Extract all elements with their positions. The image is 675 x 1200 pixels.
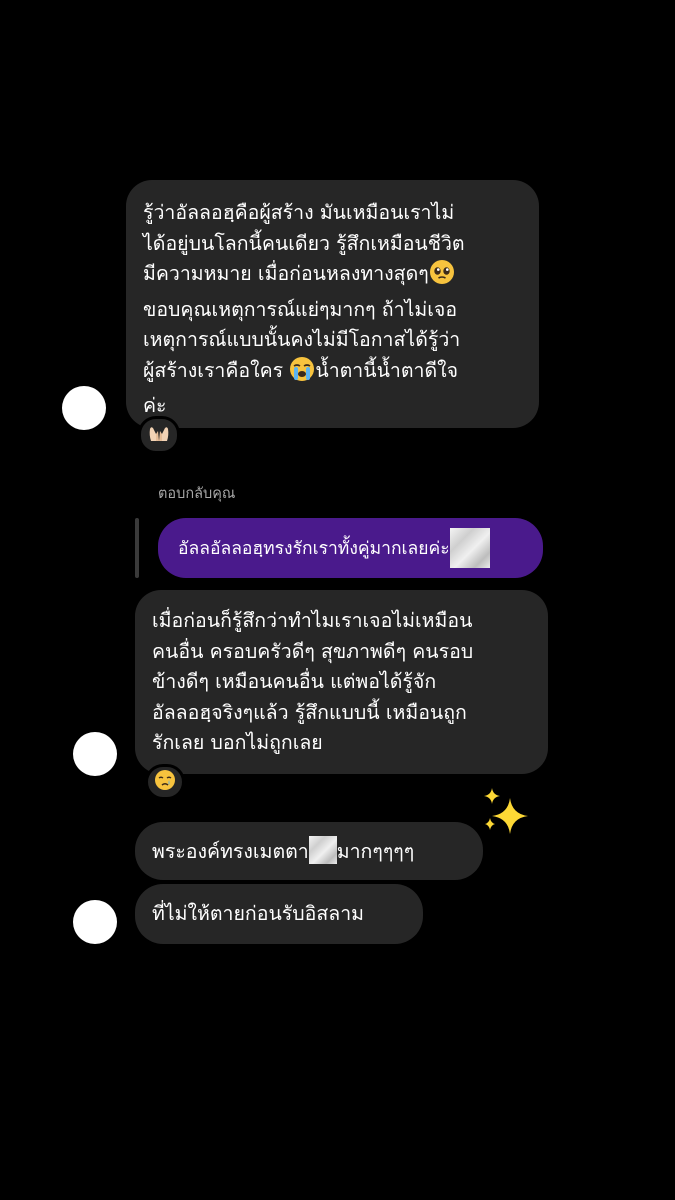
message-text: มากๆๆๆๆ (336, 840, 415, 863)
quoted-message-text: อัลลอัลลอฮฺทรงรักเราทั้งคู่มากเลยค่ะ (178, 539, 450, 559)
quoted-message[interactable]: อัลลอัลลอฮฺทรงรักเราทั้งคู่มากเลยค่ะ (158, 518, 543, 578)
sparkles-icon (480, 786, 532, 844)
loudly-crying-face-icon (289, 356, 315, 392)
reaction-badge[interactable] (138, 416, 180, 454)
palms-up-together-icon (148, 423, 170, 447)
message-text: พระองค์ทรงเมตตา (152, 840, 309, 863)
message-bubble-4[interactable]: ที่ไม่ให้ตายก่อนรับอิสลาม (135, 884, 423, 944)
blurred-sticker-image (308, 836, 337, 864)
message-bubble-1[interactable]: รู้ว่าอัลลอฮฺคือผู้สร้าง มันเหมือนเราไม่… (126, 180, 539, 428)
message-bubble-3[interactable]: พระองค์ทรงเมตตา มากๆๆๆๆ (135, 822, 483, 880)
pleading-face-icon (429, 259, 455, 295)
message-line: รักเลย บอกไม่ถูกเลย (152, 731, 323, 754)
message-bubble-2[interactable]: เมื่อก่อนก็รู้สึกว่าทำไมเราเจอไม่เหมือน … (135, 590, 548, 774)
message-line: คนอื่น ครอบครัวดีๆ สุขภาพดีๆ คนรอบ (152, 639, 474, 663)
sender-avatar[interactable] (62, 386, 106, 430)
message-line: ข้างดีๆ เหมือนคนอื่น แต่พอได้รู้จัก (152, 670, 437, 693)
message-line: เมื่อก่อนก็รู้สึกว่าทำไมเราเจอไม่เหมือน (152, 609, 473, 632)
sender-avatar[interactable] (73, 900, 117, 944)
message-line: รู้ว่าอัลลอฮฺคือผู้สร้าง มันเหมือนเราไม่ (143, 201, 455, 224)
sender-avatar[interactable] (73, 732, 117, 776)
message-text: มีความหมาย เมื่อก่อนหลงทางสุดๆ (143, 262, 429, 285)
reply-label: ตอบกลับคุณ (158, 486, 236, 502)
message-line: อัลลอฮฺจริงๆแล้ว รู้สึกแบบนี้ เหมือนถูก (152, 700, 467, 724)
message-line: เหตุการณ์แบบนั้นคงไม่มีโอกาสได้รู้ว่า (143, 328, 461, 351)
message-text: ที่ไม่ให้ตายก่อนรับอิสลาม (152, 902, 364, 925)
reaction-badge[interactable] (145, 764, 185, 800)
message-line: ขอบคุณเหตุการณ์แย่ๆมากๆ ถ้าไม่เจอ (143, 297, 458, 321)
blurred-sticker-image (449, 528, 490, 568)
message-line: มีความหมาย เมื่อก่อนหลงทางสุดๆ (143, 259, 539, 295)
message-line: ได้อยู่บนโลกนี้คนเดียว รู้สึกเหมือนชีวิต (143, 231, 465, 255)
message-text: น้ำตานี้น้ำตาดีใจ (315, 358, 459, 382)
reply-indicator-bar (135, 518, 139, 578)
message-line: ค่ะ (143, 394, 167, 417)
message-text: ผู้สร้างเราคือใคร (143, 358, 290, 382)
crying-face-icon (154, 769, 176, 795)
message-line: ผู้สร้างเราคือใคร น้ำตานี้น้ำตาดีใจ (143, 356, 539, 392)
